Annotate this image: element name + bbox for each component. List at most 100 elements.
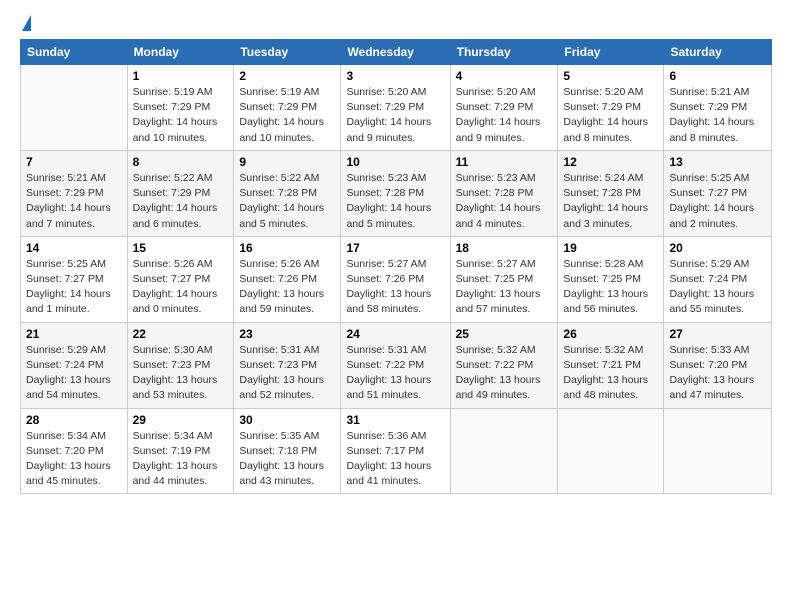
weekday-header: Monday xyxy=(127,40,234,65)
calendar-cell: 5 Sunrise: 5:20 AM Sunset: 7:29 PM Daylig… xyxy=(558,65,664,151)
calendar-week-row: 1 Sunrise: 5:19 AM Sunset: 7:29 PM Daylig… xyxy=(21,65,772,151)
day-number: 9 xyxy=(239,155,335,169)
calendar-cell: 21Sunrise: 5:29 AM Sunset: 7:24 PM Dayli… xyxy=(21,322,128,408)
calendar-cell: 26 Sunrise: 5:32 AM Sunset: 7:21 PM Dayli… xyxy=(558,322,664,408)
calendar-cell: 8 Sunrise: 5:22 AM Sunset: 7:29 PM Daylig… xyxy=(127,150,234,236)
calendar-cell: 6 Sunrise: 5:21 AM Sunset: 7:29 PM Daylig… xyxy=(664,65,772,151)
day-number: 13 xyxy=(669,155,766,169)
day-info: Sunrise: 5:23 AM Sunset: 7:28 PM Dayligh… xyxy=(456,171,553,232)
calendar-cell: 9 Sunrise: 5:22 AM Sunset: 7:28 PM Daylig… xyxy=(234,150,341,236)
day-info: Sunrise: 5:24 AM Sunset: 7:28 PM Dayligh… xyxy=(563,171,658,232)
day-number: 5 xyxy=(563,69,658,83)
header xyxy=(20,15,772,31)
day-info: Sunrise: 5:32 AM Sunset: 7:21 PM Dayligh… xyxy=(563,343,658,404)
day-info: Sunrise: 5:22 AM Sunset: 7:28 PM Dayligh… xyxy=(239,171,335,232)
day-number: 8 xyxy=(133,155,229,169)
calendar-week-row: 28Sunrise: 5:34 AM Sunset: 7:20 PM Dayli… xyxy=(21,408,772,494)
day-info: Sunrise: 5:34 AM Sunset: 7:20 PM Dayligh… xyxy=(26,429,122,490)
calendar-cell: 7 Sunrise: 5:21 AM Sunset: 7:29 PM Daylig… xyxy=(21,150,128,236)
day-info: Sunrise: 5:22 AM Sunset: 7:29 PM Dayligh… xyxy=(133,171,229,232)
day-number: 16 xyxy=(239,241,335,255)
day-info: Sunrise: 5:21 AM Sunset: 7:29 PM Dayligh… xyxy=(26,171,122,232)
day-info: Sunrise: 5:31 AM Sunset: 7:22 PM Dayligh… xyxy=(346,343,444,404)
calendar-cell xyxy=(21,65,128,151)
day-number: 30 xyxy=(239,413,335,427)
calendar-cell: 12 Sunrise: 5:24 AM Sunset: 7:28 PM Dayli… xyxy=(558,150,664,236)
day-info: Sunrise: 5:26 AM Sunset: 7:26 PM Dayligh… xyxy=(239,257,335,318)
calendar-cell: 1 Sunrise: 5:19 AM Sunset: 7:29 PM Daylig… xyxy=(127,65,234,151)
weekday-header: Saturday xyxy=(664,40,772,65)
logo xyxy=(20,15,31,31)
weekday-header: Thursday xyxy=(450,40,558,65)
day-number: 11 xyxy=(456,155,553,169)
calendar-cell: 27 Sunrise: 5:33 AM Sunset: 7:20 PM Dayli… xyxy=(664,322,772,408)
day-number: 7 xyxy=(26,155,122,169)
calendar-cell: 14 Sunrise: 5:25 AM Sunset: 7:27 PM Dayli… xyxy=(21,236,128,322)
weekday-header: Friday xyxy=(558,40,664,65)
day-number: 17 xyxy=(346,241,444,255)
day-info: Sunrise: 5:19 AM Sunset: 7:29 PM Dayligh… xyxy=(239,85,335,146)
calendar-cell: 3Sunrise: 5:20 AM Sunset: 7:29 PM Daylig… xyxy=(341,65,450,151)
day-info: Sunrise: 5:32 AM Sunset: 7:22 PM Dayligh… xyxy=(456,343,553,404)
calendar-header-row: SundayMondayTuesdayWednesdayThursdayFrid… xyxy=(21,40,772,65)
day-number: 27 xyxy=(669,327,766,341)
calendar-cell: 24 Sunrise: 5:31 AM Sunset: 7:22 PM Dayli… xyxy=(341,322,450,408)
day-number: 24 xyxy=(346,327,444,341)
day-number: 23 xyxy=(239,327,335,341)
day-info: Sunrise: 5:28 AM Sunset: 7:25 PM Dayligh… xyxy=(563,257,658,318)
calendar-cell: 18 Sunrise: 5:27 AM Sunset: 7:25 PM Dayli… xyxy=(450,236,558,322)
calendar-cell: 20Sunrise: 5:29 AM Sunset: 7:24 PM Dayli… xyxy=(664,236,772,322)
day-number: 1 xyxy=(133,69,229,83)
weekday-header: Wednesday xyxy=(341,40,450,65)
day-info: Sunrise: 5:26 AM Sunset: 7:27 PM Dayligh… xyxy=(133,257,229,318)
day-info: Sunrise: 5:29 AM Sunset: 7:24 PM Dayligh… xyxy=(26,343,122,404)
calendar-cell: 28Sunrise: 5:34 AM Sunset: 7:20 PM Dayli… xyxy=(21,408,128,494)
day-info: Sunrise: 5:23 AM Sunset: 7:28 PM Dayligh… xyxy=(346,171,444,232)
day-info: Sunrise: 5:30 AM Sunset: 7:23 PM Dayligh… xyxy=(133,343,229,404)
calendar-cell xyxy=(450,408,558,494)
day-info: Sunrise: 5:35 AM Sunset: 7:18 PM Dayligh… xyxy=(239,429,335,490)
calendar-cell: 17 Sunrise: 5:27 AM Sunset: 7:26 PM Dayli… xyxy=(341,236,450,322)
day-number: 26 xyxy=(563,327,658,341)
day-info: Sunrise: 5:20 AM Sunset: 7:29 PM Dayligh… xyxy=(563,85,658,146)
calendar-cell: 10Sunrise: 5:23 AM Sunset: 7:28 PM Dayli… xyxy=(341,150,450,236)
day-number: 14 xyxy=(26,241,122,255)
calendar-cell: 29 Sunrise: 5:34 AM Sunset: 7:19 PM Dayli… xyxy=(127,408,234,494)
calendar-cell: 11 Sunrise: 5:23 AM Sunset: 7:28 PM Dayli… xyxy=(450,150,558,236)
day-info: Sunrise: 5:34 AM Sunset: 7:19 PM Dayligh… xyxy=(133,429,229,490)
day-number: 12 xyxy=(563,155,658,169)
logo-triangle-icon xyxy=(22,15,31,31)
calendar-cell: 15Sunrise: 5:26 AM Sunset: 7:27 PM Dayli… xyxy=(127,236,234,322)
day-number: 6 xyxy=(669,69,766,83)
day-info: Sunrise: 5:20 AM Sunset: 7:29 PM Dayligh… xyxy=(456,85,553,146)
calendar-cell: 22Sunrise: 5:30 AM Sunset: 7:23 PM Dayli… xyxy=(127,322,234,408)
day-number: 4 xyxy=(456,69,553,83)
calendar-cell: 19 Sunrise: 5:28 AM Sunset: 7:25 PM Dayli… xyxy=(558,236,664,322)
calendar-cell: 16 Sunrise: 5:26 AM Sunset: 7:26 PM Dayli… xyxy=(234,236,341,322)
day-number: 20 xyxy=(669,241,766,255)
day-info: Sunrise: 5:19 AM Sunset: 7:29 PM Dayligh… xyxy=(133,85,229,146)
calendar-week-row: 7 Sunrise: 5:21 AM Sunset: 7:29 PM Daylig… xyxy=(21,150,772,236)
calendar-cell: 30 Sunrise: 5:35 AM Sunset: 7:18 PM Dayli… xyxy=(234,408,341,494)
page-container: SundayMondayTuesdayWednesdayThursdayFrid… xyxy=(0,0,792,504)
day-number: 18 xyxy=(456,241,553,255)
day-number: 31 xyxy=(346,413,444,427)
day-info: Sunrise: 5:33 AM Sunset: 7:20 PM Dayligh… xyxy=(669,343,766,404)
day-info: Sunrise: 5:25 AM Sunset: 7:27 PM Dayligh… xyxy=(26,257,122,318)
day-info: Sunrise: 5:27 AM Sunset: 7:25 PM Dayligh… xyxy=(456,257,553,318)
calendar-week-row: 21Sunrise: 5:29 AM Sunset: 7:24 PM Dayli… xyxy=(21,322,772,408)
day-number: 2 xyxy=(239,69,335,83)
calendar-cell xyxy=(558,408,664,494)
calendar-cell: 2 Sunrise: 5:19 AM Sunset: 7:29 PM Daylig… xyxy=(234,65,341,151)
day-info: Sunrise: 5:21 AM Sunset: 7:29 PM Dayligh… xyxy=(669,85,766,146)
calendar-table: SundayMondayTuesdayWednesdayThursdayFrid… xyxy=(20,39,772,494)
day-number: 19 xyxy=(563,241,658,255)
calendar-cell: 23Sunrise: 5:31 AM Sunset: 7:23 PM Dayli… xyxy=(234,322,341,408)
day-info: Sunrise: 5:27 AM Sunset: 7:26 PM Dayligh… xyxy=(346,257,444,318)
calendar-cell xyxy=(664,408,772,494)
weekday-header: Sunday xyxy=(21,40,128,65)
day-info: Sunrise: 5:20 AM Sunset: 7:29 PM Dayligh… xyxy=(346,85,444,146)
day-number: 29 xyxy=(133,413,229,427)
day-info: Sunrise: 5:25 AM Sunset: 7:27 PM Dayligh… xyxy=(669,171,766,232)
day-info: Sunrise: 5:36 AM Sunset: 7:17 PM Dayligh… xyxy=(346,429,444,490)
